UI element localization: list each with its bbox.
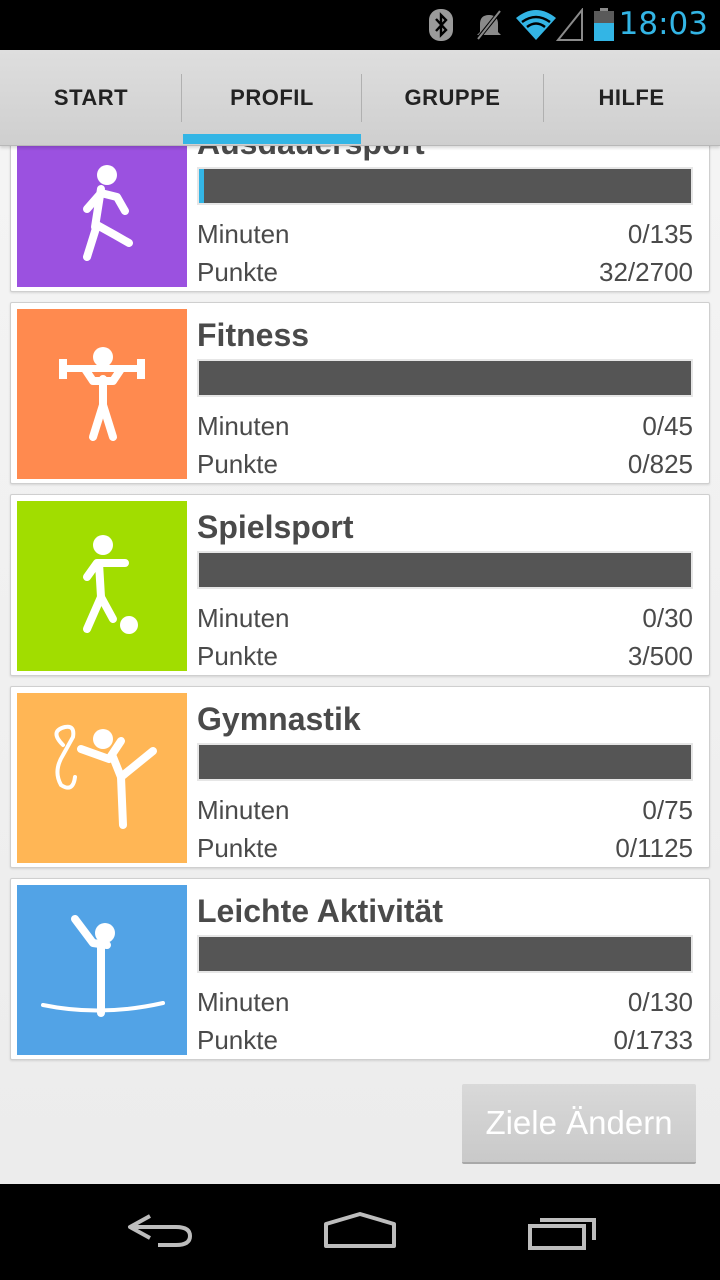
- battery-icon: [594, 8, 614, 41]
- category-title: Spielsport: [197, 509, 354, 545]
- category-image: [17, 501, 187, 671]
- points-value: 3/500: [627, 641, 693, 671]
- signal-icon: [556, 8, 583, 41]
- category-card-leichte-aktivitaet: Leichte Aktivität Minuten 0/130 Punkte 0…: [10, 878, 710, 1060]
- category-card-spielsport: Spielsport Minuten 0/30 Punkte 3/500: [10, 494, 710, 676]
- progress-bar: [197, 551, 693, 589]
- minutes-value: 0/45: [642, 411, 693, 441]
- change-goals-button[interactable]: Ziele Ändern: [462, 1084, 696, 1164]
- bluetooth-icon: [429, 9, 453, 41]
- minutes-label: Minuten: [197, 411, 290, 441]
- minutes-value: 0/30: [642, 603, 693, 633]
- minutes-row: Minuten 0/130: [197, 987, 693, 1023]
- category-title: Fitness: [197, 317, 310, 353]
- category-image: [17, 885, 187, 1055]
- points-value: 0/1125: [615, 833, 693, 863]
- minutes-label: Minuten: [197, 987, 290, 1017]
- minutes-label: Minuten: [197, 219, 290, 249]
- points-label: Punkte: [197, 449, 278, 479]
- weightlifter-icon: [17, 309, 187, 479]
- minutes-value: 0/75: [642, 795, 693, 825]
- minutes-row: Minuten 0/75: [197, 795, 693, 831]
- minutes-row: Minuten 0/135: [197, 219, 693, 255]
- progress-bar: [197, 935, 693, 973]
- category-image: [17, 693, 187, 863]
- points-label: Punkte: [197, 1025, 278, 1055]
- category-title: Leichte Aktivität: [197, 893, 443, 929]
- points-label: Punkte: [197, 257, 278, 287]
- category-card-fitness: Fitness Minuten 0/45 Punkte 0/825: [10, 302, 710, 484]
- points-row: Punkte 0/1125: [197, 833, 693, 869]
- navigation-bar: [0, 1184, 720, 1280]
- wifi-icon: [516, 10, 556, 40]
- progress-bar: [197, 743, 693, 781]
- status-bar: 18:03: [0, 0, 720, 50]
- category-color-tile: [17, 693, 187, 863]
- recent-apps-icon[interactable]: [526, 1210, 598, 1252]
- category-card-ausdauersport: Ausdauersport Minuten 0/135 Punkte 32/27…: [10, 146, 710, 292]
- home-icon[interactable]: [322, 1210, 398, 1250]
- selected-tab-indicator: [183, 134, 361, 144]
- points-value: 0/825: [627, 449, 693, 479]
- minutes-label: Minuten: [197, 795, 290, 825]
- tab-gruppe[interactable]: GRUPPE: [362, 50, 543, 146]
- category-card-gymnastik: Gymnastik Minuten 0/75 Punkte 0/1125: [10, 686, 710, 868]
- tab-profil[interactable]: PROFIL: [182, 50, 362, 146]
- progress-fill: [199, 169, 204, 203]
- soccer-player-icon: [17, 501, 187, 671]
- profile-content[interactable]: Ausdauersport Minuten 0/135 Punkte 32/27…: [0, 146, 720, 1184]
- progress-bar: [197, 167, 693, 205]
- category-title: Gymnastik: [197, 701, 361, 737]
- category-image: [17, 146, 187, 287]
- points-row: Punkte 3/500: [197, 641, 693, 677]
- points-value: 0/1733: [613, 1025, 693, 1055]
- minutes-value: 0/135: [627, 219, 693, 249]
- minutes-value: 0/130: [627, 987, 693, 1017]
- points-label: Punkte: [197, 833, 278, 863]
- balance-walker-icon: [17, 885, 187, 1055]
- minutes-row: Minuten 0/45: [197, 411, 693, 447]
- progress-bar: [197, 359, 693, 397]
- tab-bar: START PROFIL GRUPPE HILFE: [0, 50, 720, 146]
- points-row: Punkte 32/2700: [197, 257, 693, 293]
- tab-start[interactable]: START: [0, 50, 182, 146]
- category-image: [17, 309, 187, 479]
- points-label: Punkte: [197, 641, 278, 671]
- gymnast-icon: [17, 693, 187, 863]
- vibrate-icon: [475, 8, 503, 42]
- points-row: Punkte 0/825: [197, 449, 693, 485]
- back-icon[interactable]: [124, 1210, 196, 1250]
- tab-hilfe[interactable]: HILFE: [543, 50, 720, 146]
- minutes-label: Minuten: [197, 603, 290, 633]
- runner-icon: [17, 146, 187, 287]
- status-time: 18:03: [618, 6, 708, 42]
- points-value: 32/2700: [599, 257, 693, 287]
- category-title: Ausdauersport: [197, 146, 425, 162]
- points-row: Punkte 0/1733: [197, 1025, 693, 1061]
- minutes-row: Minuten 0/30: [197, 603, 693, 639]
